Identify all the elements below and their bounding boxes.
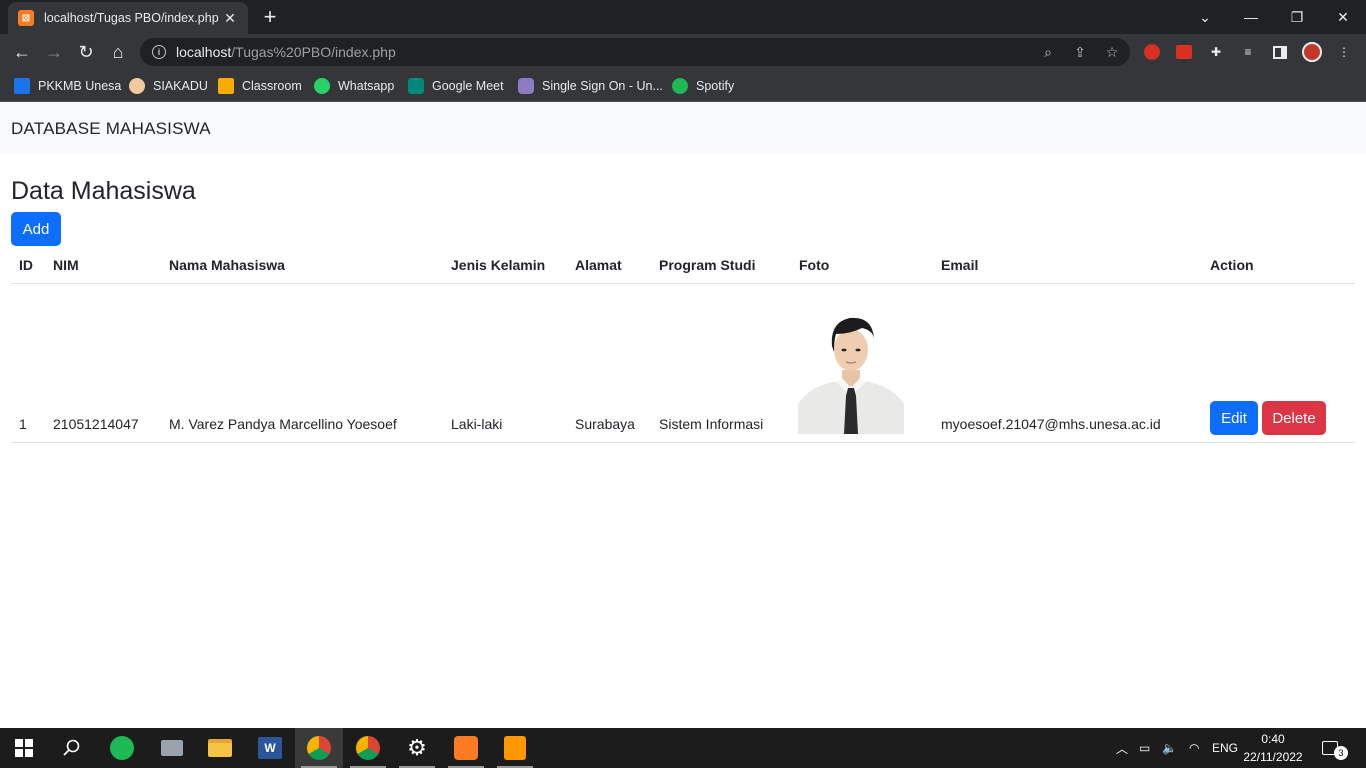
- menu-kebab-icon[interactable]: ⋮: [1334, 42, 1354, 62]
- cell-nim: 21051214047: [53, 416, 139, 432]
- media-control-icon[interactable]: ≡: [1238, 42, 1258, 62]
- notification-count-badge: 3: [1334, 746, 1348, 760]
- volume-icon[interactable]: 🔈: [1162, 728, 1177, 768]
- tray-chevron-up-icon[interactable]: ︿: [1116, 728, 1128, 768]
- zoom-icon[interactable]: ⌕: [1040, 44, 1056, 60]
- bookmark-label: Single Sign On - Un...: [542, 79, 663, 93]
- bookmark-label: SIAKADU: [153, 79, 208, 93]
- navbar: DATABASE MAHASISWA: [0, 103, 1366, 153]
- settings-gear-icon[interactable]: ⚙: [393, 728, 441, 768]
- tab-title: localhost/Tugas PBO/index.php: [44, 11, 219, 25]
- spotify-icon: [672, 78, 688, 94]
- battery-icon[interactable]: ▭: [1139, 728, 1150, 768]
- browser-tab[interactable]: ⊠ localhost/Tugas PBO/index.php ✕: [8, 2, 248, 34]
- edit-button[interactable]: Edit: [1210, 401, 1258, 435]
- file-explorer-icon[interactable]: [196, 728, 244, 768]
- restore-icon[interactable]: ❐: [1274, 0, 1320, 34]
- bookmark-label: Classroom: [242, 79, 302, 93]
- chrome-app-icon[interactable]: [295, 728, 343, 768]
- navbar-brand[interactable]: DATABASE MAHASISWA: [11, 119, 211, 139]
- wifi-icon[interactable]: ◠: [1189, 728, 1199, 768]
- whatsapp-icon: [314, 78, 330, 94]
- bookmark-label: Spotify: [696, 79, 735, 93]
- share-icon[interactable]: ⇪: [1072, 44, 1088, 60]
- classroom-icon: [218, 78, 234, 94]
- bookmark-label: PKKMB Unesa: [38, 79, 122, 93]
- bookmark-pkkmb[interactable]: PKKMB Unesa: [14, 77, 121, 95]
- cell-nama: M. Varez Pandya Marcellino Yoesoef: [169, 416, 397, 432]
- minimize-icon[interactable]: —: [1228, 0, 1274, 34]
- bookmark-sso[interactable]: Single Sign On - Un...: [518, 77, 663, 95]
- clock-date: 22/11/2022: [1243, 750, 1303, 764]
- extension-mendeley-icon[interactable]: [1174, 42, 1194, 62]
- add-button[interactable]: Add: [11, 212, 61, 246]
- word-app-icon[interactable]: W: [246, 728, 294, 768]
- reload-icon[interactable]: ↻: [73, 39, 99, 65]
- cell-alamat: Surabaya: [575, 416, 635, 432]
- tab-search-icon[interactable]: ⌄: [1182, 0, 1228, 34]
- home-icon[interactable]: ⌂: [105, 39, 131, 65]
- chrome-profile-app-icon[interactable]: [344, 728, 392, 768]
- table-row-divider: [11, 442, 1355, 443]
- profile-avatar[interactable]: [1302, 42, 1322, 62]
- new-tab-icon[interactable]: +: [258, 6, 282, 30]
- xampp-app-icon[interactable]: [442, 728, 490, 768]
- language-indicator[interactable]: ENG: [1212, 728, 1238, 768]
- site-info-icon[interactable]: i: [152, 45, 166, 59]
- xampp-favicon-icon: ⊠: [18, 10, 34, 26]
- book-icon: [14, 78, 30, 94]
- network-app-icon[interactable]: [148, 728, 196, 768]
- notification-center-icon[interactable]: 3: [1322, 728, 1348, 768]
- cell-id: 1: [19, 416, 27, 432]
- cell-email: myoesoef.21047@mhs.unesa.ac.id: [941, 416, 1161, 432]
- spotify-app-icon[interactable]: [98, 728, 146, 768]
- bookmark-siakadu[interactable]: SIAKADU: [129, 77, 208, 95]
- bookmark-google-meet[interactable]: Google Meet: [408, 77, 504, 95]
- extension-stop-icon[interactable]: [1142, 42, 1162, 62]
- siakadu-icon: [129, 78, 145, 94]
- cell-program-studi: Sistem Informasi: [659, 416, 764, 432]
- start-windows-icon[interactable]: [0, 728, 48, 768]
- column-header-foto: Foto: [799, 257, 830, 273]
- sso-icon: [518, 78, 534, 94]
- page-content: DATABASE MAHASISWA Data Mahasiswa Add ID…: [0, 103, 1366, 728]
- side-panel-icon[interactable]: [1270, 42, 1290, 62]
- back-icon[interactable]: ←: [9, 39, 35, 65]
- student-photo: [798, 312, 904, 434]
- forward-icon[interactable]: →: [41, 39, 67, 65]
- column-header-email: Email: [941, 257, 979, 273]
- bookmark-star-icon[interactable]: ☆: [1104, 44, 1120, 60]
- meet-icon: [408, 78, 424, 94]
- clock[interactable]: 0:40 22/11/2022: [1243, 728, 1302, 768]
- bookmarks-bar: PKKMB Unesa SIAKADU Classroom Whatsapp G…: [0, 70, 1366, 102]
- url-path: /Tugas%20PBO/index.php: [231, 44, 396, 60]
- browser-tabstrip: ⊠ localhost/Tugas PBO/index.php ✕ + ⌄ — …: [0, 0, 1366, 34]
- extensions-puzzle-icon[interactable]: ✚: [1206, 42, 1226, 62]
- clock-time: 0:40: [1261, 732, 1285, 746]
- table-header-divider: [11, 283, 1355, 284]
- column-header-nama: Nama Mahasiswa: [169, 257, 285, 273]
- search-icon[interactable]: [48, 728, 96, 768]
- column-header-jenis-kelamin: Jenis Kelamin: [451, 257, 546, 273]
- column-header-program-studi: Program Studi: [659, 257, 756, 273]
- sublime-text-icon[interactable]: [491, 728, 539, 768]
- address-bar[interactable]: i localhost /Tugas%20PBO/index.php ⌕ ⇪ ☆: [140, 38, 1130, 66]
- delete-button[interactable]: Delete: [1262, 401, 1326, 435]
- column-header-action: Action: [1210, 257, 1254, 273]
- windows-taskbar: W ⚙ ︿ ▭ 🔈 ◠ ENG 0:40 22/11/2022 3: [0, 728, 1366, 768]
- column-header-id: ID: [19, 257, 33, 273]
- bookmark-classroom[interactable]: Classroom: [218, 77, 302, 95]
- browser-toolbar: ← → ↻ ⌂ i localhost /Tugas%20PBO/index.p…: [0, 34, 1366, 70]
- cell-jenis-kelamin: Laki-laki: [451, 416, 503, 432]
- page-title: Data Mahasiswa: [11, 177, 196, 205]
- url-host: localhost: [176, 44, 232, 60]
- column-header-nim: NIM: [53, 257, 79, 273]
- column-header-alamat: Alamat: [575, 257, 622, 273]
- close-tab-icon[interactable]: ✕: [222, 10, 238, 27]
- bookmark-whatsapp[interactable]: Whatsapp: [314, 77, 394, 95]
- close-window-icon[interactable]: ✕: [1320, 0, 1366, 34]
- bookmark-label: Google Meet: [432, 79, 504, 93]
- bookmark-label: Whatsapp: [338, 79, 395, 93]
- bookmark-spotify[interactable]: Spotify: [672, 77, 734, 95]
